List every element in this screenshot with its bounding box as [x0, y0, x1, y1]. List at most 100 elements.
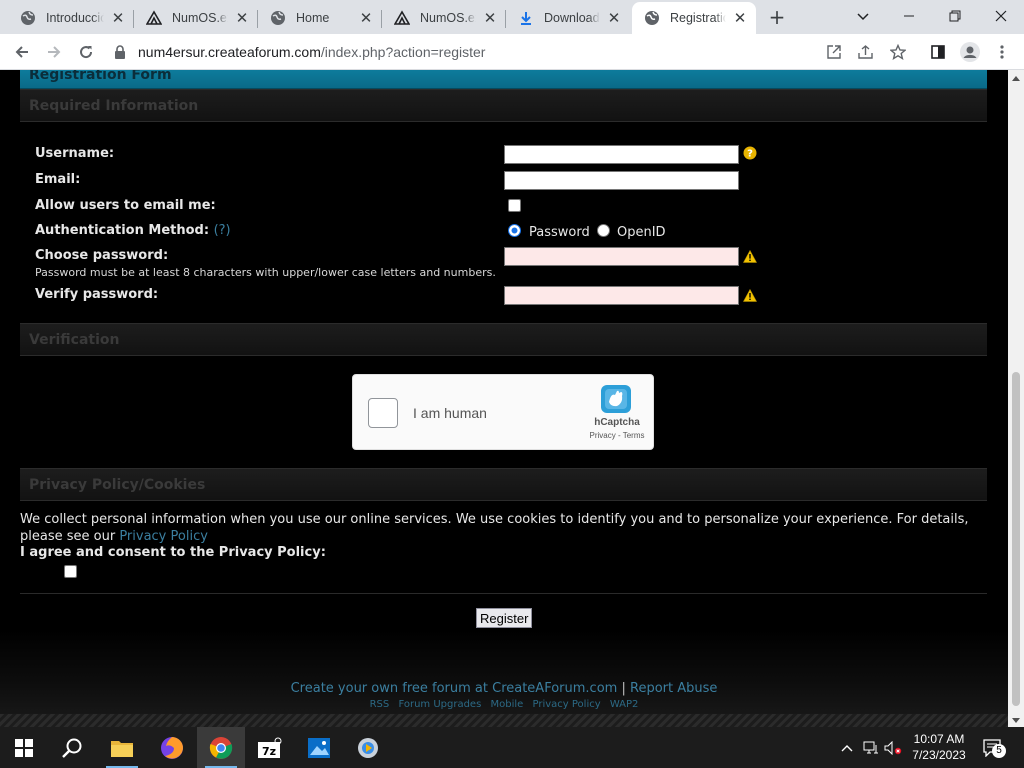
verify-password-label: Verify password: — [35, 287, 159, 302]
create-forum-link[interactable]: Create your own free forum at CreateAFor… — [291, 681, 618, 696]
auth-password-radio[interactable] — [508, 224, 521, 237]
help-icon[interactable]: ? — [743, 145, 757, 164]
section-title: Privacy Policy/Cookies — [29, 477, 206, 493]
section-title: Verification — [29, 332, 120, 348]
tab-4[interactable]: Downloads ✕ — [506, 2, 630, 34]
captcha-brand: hCaptcha — [594, 417, 640, 428]
url-text[interactable]: num4ersur.createaforum.com/index.php?act… — [138, 44, 485, 60]
chevron-up-icon[interactable] — [838, 727, 856, 768]
back-button[interactable] — [8, 38, 36, 66]
register-button[interactable]: Register — [476, 608, 533, 628]
email-input[interactable] — [504, 171, 739, 190]
captcha-label: I am human — [413, 405, 487, 421]
privacy-text: We collect personal information when you… — [20, 512, 969, 544]
auth-openid-radio[interactable] — [597, 224, 610, 237]
close-icon[interactable]: ✕ — [606, 10, 622, 26]
mobile-link[interactable]: Mobile — [490, 699, 523, 710]
bookmark-star-icon[interactable] — [884, 38, 912, 66]
username-input[interactable] — [504, 145, 739, 164]
photos-icon[interactable] — [295, 727, 343, 768]
page-viewport: Registration Form Required Information U… — [0, 70, 1008, 727]
windows-taskbar: 7z 10:07 AM 7/23/2023 5 — [0, 727, 1024, 768]
consent-checkbox[interactable] — [64, 565, 77, 578]
auth-openid-label: OpenID — [617, 225, 666, 240]
minimize-button[interactable] — [886, 0, 932, 32]
close-window-button[interactable] — [978, 0, 1024, 32]
file-explorer-icon[interactable] — [98, 727, 146, 768]
choose-password-input[interactable] — [504, 247, 739, 266]
search-icon[interactable] — [48, 727, 96, 768]
page-scrollbar[interactable] — [1008, 70, 1024, 727]
clock-time: 10:07 AM — [913, 732, 965, 746]
notification-count-badge: 5 — [992, 744, 1006, 758]
side-panel-icon[interactable] — [924, 38, 952, 66]
restore-button[interactable] — [932, 0, 978, 32]
footer-privacy-link[interactable]: Privacy Policy — [532, 699, 600, 710]
privacy-policy-link[interactable]: Privacy Policy — [119, 529, 208, 544]
tab-title: NumOS.exe — [172, 11, 228, 25]
close-icon[interactable]: ✕ — [110, 10, 126, 26]
tab-search-button[interactable] — [840, 0, 886, 32]
open-in-app-icon[interactable] — [820, 38, 848, 66]
firefox-icon[interactable] — [148, 727, 196, 768]
volume-muted-icon[interactable] — [882, 727, 904, 768]
tab-title: NumOS.exe — [420, 11, 476, 25]
allow-email-label: Allow users to email me: — [35, 198, 216, 213]
tab-title: Introducción — [46, 11, 104, 25]
rss-link[interactable]: RSS — [370, 699, 390, 710]
reload-button[interactable] — [72, 38, 100, 66]
consent-label: I agree and consent to the Privacy Polic… — [20, 545, 326, 560]
tab-3[interactable]: NumOS.exe ✕ — [382, 2, 506, 34]
tab-1[interactable]: NumOS.exe ✕ — [134, 2, 258, 34]
required-info-section: Username: ? Email: Allow users to email … — [20, 122, 987, 323]
footer-main-links: Create your own free forum at CreateAFor… — [290, 681, 718, 696]
scroll-up-arrow-icon[interactable] — [1012, 76, 1020, 81]
close-icon[interactable]: ✕ — [234, 10, 250, 26]
footer: Create your own free forum at CreateAFor… — [0, 630, 1008, 727]
createaforum-icon — [146, 10, 162, 26]
system-clock[interactable]: 10:07 AM 7/23/2023 — [906, 731, 972, 763]
media-player-icon[interactable] — [344, 727, 392, 768]
scroll-down-arrow-icon[interactable] — [1012, 718, 1020, 723]
email-label: Email: — [35, 172, 81, 187]
new-tab-button[interactable]: + — [764, 6, 790, 28]
captcha-privacy-terms[interactable]: Privacy - Terms — [587, 431, 647, 440]
section-title: Required Information — [29, 98, 199, 114]
tab-2[interactable]: Home ✕ — [258, 2, 382, 34]
svg-text:?: ? — [747, 149, 753, 160]
password-hint: Password must be at least 8 characters w… — [35, 266, 496, 279]
lock-icon[interactable] — [112, 45, 128, 59]
scrollbar-thumb[interactable] — [1012, 372, 1020, 706]
privacy-header: Privacy Policy/Cookies — [20, 468, 987, 501]
auth-help-link[interactable]: (?) — [214, 223, 231, 238]
tab-5-active[interactable]: Registration ✕ — [632, 2, 756, 34]
forward-button[interactable] — [40, 38, 68, 66]
network-icon[interactable] — [860, 727, 882, 768]
share-icon[interactable] — [852, 38, 880, 66]
warning-icon — [742, 248, 758, 267]
captcha-checkbox[interactable] — [368, 398, 398, 428]
profile-avatar-icon[interactable] — [956, 38, 984, 66]
verify-password-input[interactable] — [504, 286, 739, 305]
allow-email-checkbox[interactable] — [508, 199, 521, 212]
svg-text:7z: 7z — [262, 745, 276, 758]
globe-icon — [270, 10, 286, 26]
kebab-menu-icon[interactable] — [988, 38, 1016, 66]
username-label: Username: — [35, 146, 115, 161]
report-abuse-link[interactable]: Report Abuse — [630, 681, 717, 696]
auth-method-label: Authentication Method: (?) — [35, 223, 231, 238]
address-bar[interactable]: num4ersur.createaforum.com/index.php?act… — [108, 38, 916, 66]
close-icon[interactable]: ✕ — [358, 10, 374, 26]
chrome-icon[interactable] — [197, 727, 245, 768]
privacy-section: We collect personal information when you… — [20, 501, 987, 593]
wap2-link[interactable]: WAP2 — [610, 699, 639, 710]
hcaptcha-widget: I am human hCaptcha Privacy - Terms — [352, 374, 654, 450]
close-icon[interactable]: ✕ — [732, 10, 748, 26]
7zip-icon[interactable]: 7z — [246, 727, 294, 768]
close-icon[interactable]: ✕ — [482, 10, 498, 26]
start-button[interactable] — [0, 727, 48, 768]
footer-pattern — [0, 714, 1008, 727]
forum-upgrades-link[interactable]: Forum Upgrades — [398, 699, 481, 710]
tab-0[interactable]: Introducción ✕ — [8, 2, 134, 34]
tab-title: Downloads — [544, 11, 600, 25]
